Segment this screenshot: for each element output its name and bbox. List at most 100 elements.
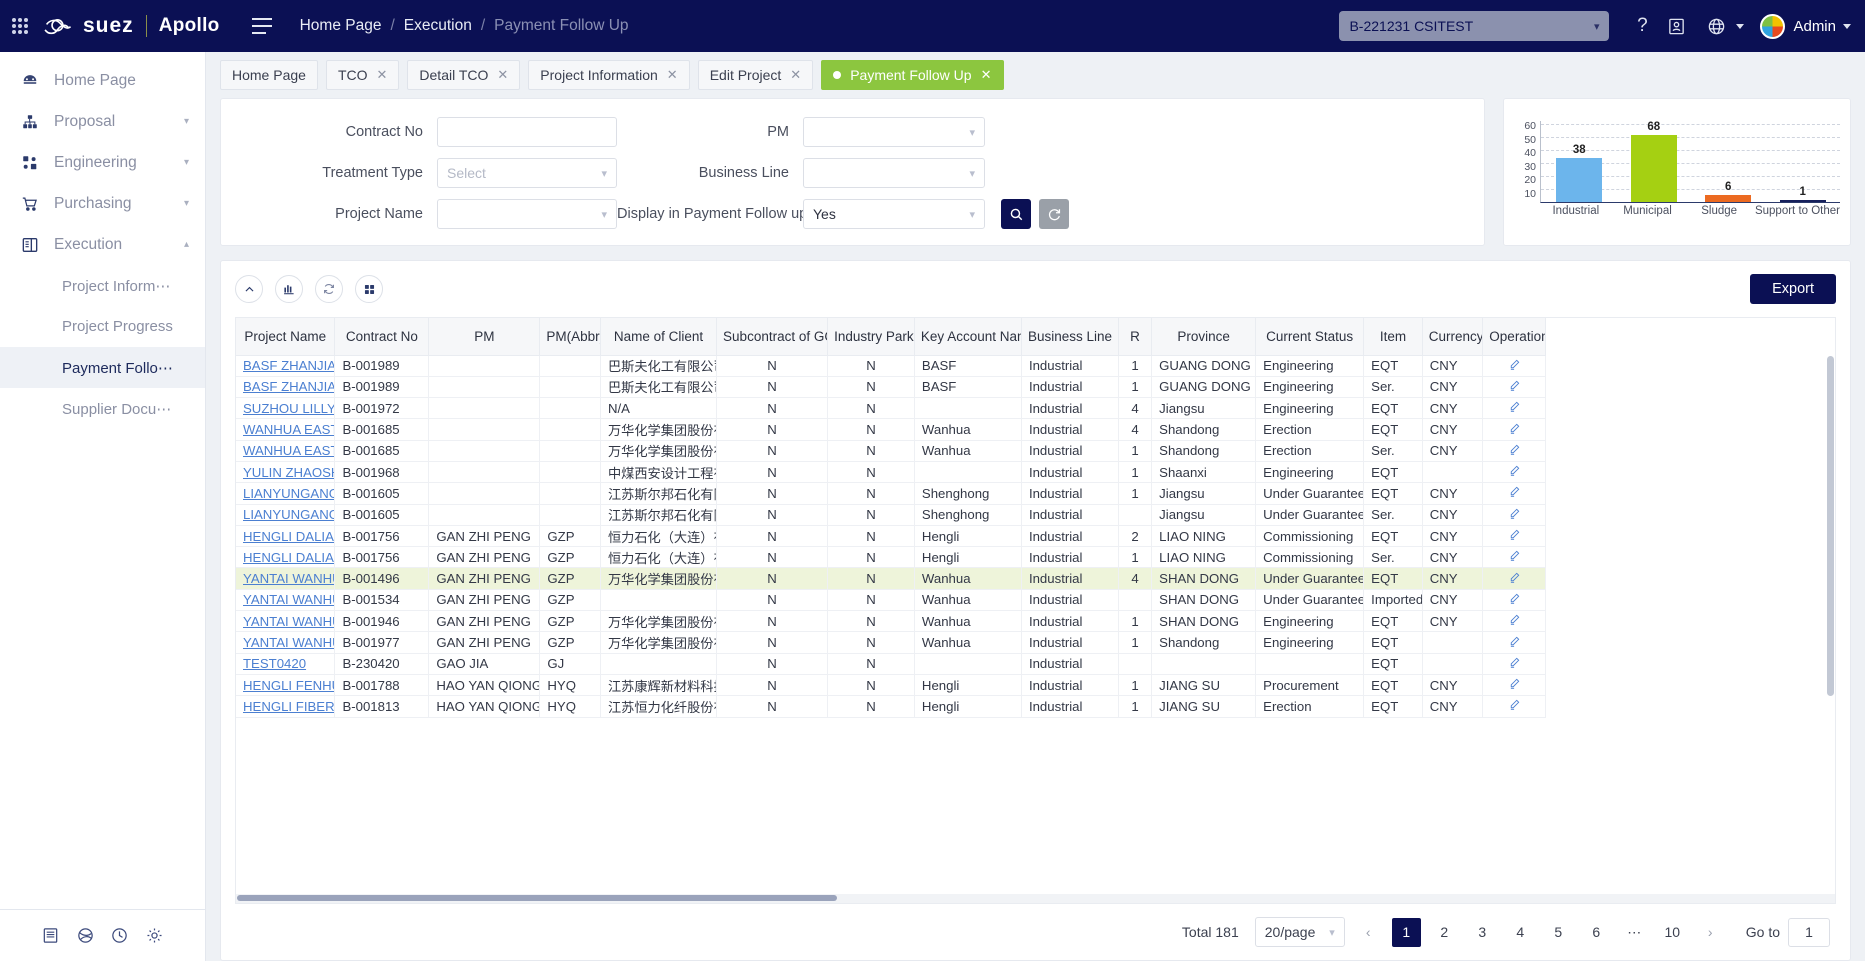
project-name-link[interactable]: BASF ZHANJIANG N xyxy=(243,379,334,394)
cell-project-name[interactable]: TEST0420 xyxy=(236,653,336,675)
edit-icon[interactable] xyxy=(1508,379,1521,392)
cell-project-name[interactable]: LIANYUNGANG SIE xyxy=(236,504,336,526)
close-icon[interactable]: ✕ xyxy=(667,67,678,83)
page-button-1[interactable]: 1 xyxy=(1391,917,1421,947)
breadcrumb-item-execution[interactable]: Execution xyxy=(404,17,472,35)
cell-project-name[interactable]: WANHUA EAST AND xyxy=(236,418,336,441)
edit-icon[interactable] xyxy=(1508,677,1521,690)
table-scroll-area[interactable]: Project Name Contract No PM PM(Abbr) Nam… xyxy=(236,318,1835,894)
edit-icon[interactable] xyxy=(1508,422,1521,435)
table-row[interactable]: BASF ZHANJIANG NB-001989巴斯夫化工有限公司NNBASFI… xyxy=(236,376,1546,399)
tab-detail-tco[interactable]: Detail TCO ✕ xyxy=(407,60,521,90)
table-row[interactable]: HENGLI DALIAN PTAB-001756GAN ZHI PENGGZP… xyxy=(236,546,1546,569)
cell-project-name[interactable]: BASF ZHANJIANG N xyxy=(236,355,336,377)
tab-tco[interactable]: TCO ✕ xyxy=(325,60,400,90)
prev-page-button[interactable]: ‹ xyxy=(1354,918,1383,947)
sidebar-item-proposal[interactable]: Proposal ▾ xyxy=(0,101,205,142)
sidebar-item-purchasing[interactable]: Purchasing ▾ xyxy=(0,183,205,224)
cell-project-name[interactable]: LIANYUNGANG SIE xyxy=(236,482,336,505)
tab-payment-follow-up[interactable]: Payment Follow Up ✕ xyxy=(821,60,1004,90)
project-name-link[interactable]: HENGLI FENHU BOP xyxy=(243,678,334,693)
column-settings-button[interactable] xyxy=(355,275,383,303)
cell-operation[interactable] xyxy=(1482,504,1546,526)
cell-operation[interactable] xyxy=(1482,695,1546,718)
edit-icon[interactable] xyxy=(1508,507,1521,520)
table-row[interactable]: HENGLI FENHU BOPB-001788HAO YAN QIONGHYQ… xyxy=(236,674,1546,697)
collapse-filter-button[interactable] xyxy=(235,275,263,303)
project-name-link[interactable]: YANTAI WANHUA II xyxy=(243,592,334,607)
cell-operation[interactable] xyxy=(1482,674,1546,697)
page-button-10[interactable]: 10 xyxy=(1658,918,1687,947)
treatment-type-select[interactable]: Select ▾ xyxy=(437,158,617,188)
sidebar-item-home-page[interactable]: Home Page xyxy=(0,60,205,101)
column-header-project-name[interactable]: Project Name xyxy=(236,318,336,356)
column-header-item[interactable]: Item xyxy=(1363,318,1423,356)
cell-operation[interactable] xyxy=(1482,482,1546,505)
table-horizontal-scrollbar[interactable] xyxy=(235,894,1836,904)
cell-operation[interactable] xyxy=(1482,461,1546,484)
user-menu-chevron-icon[interactable] xyxy=(1843,23,1851,29)
column-header-pm-abbr[interactable]: PM(Abbr) xyxy=(539,318,601,356)
sidebar-item-supplier-document[interactable]: Supplier Docu⋯ xyxy=(0,388,205,429)
cell-operation[interactable] xyxy=(1482,546,1546,569)
help-icon[interactable]: ? xyxy=(1625,9,1659,43)
cell-project-name[interactable]: HENGLI FENHU BOP xyxy=(236,674,336,697)
close-icon[interactable]: ✕ xyxy=(497,67,508,83)
refresh-button[interactable] xyxy=(315,275,343,303)
tab-project-information[interactable]: Project Information ✕ xyxy=(528,60,690,90)
edit-icon[interactable] xyxy=(1508,528,1521,541)
cell-operation[interactable] xyxy=(1482,525,1546,548)
project-name-link[interactable]: SUZHOU LILLY PHAR xyxy=(243,401,334,416)
cell-project-name[interactable]: YANTAI WANHUA II xyxy=(236,589,336,612)
table-row[interactable]: YANTAI WANHUA IIB-001534GAN ZHI PENGGZP N… xyxy=(236,589,1546,612)
language-selector[interactable] xyxy=(1699,9,1745,43)
page-button-4[interactable]: 4 xyxy=(1506,918,1535,947)
table-row[interactable]: YULIN ZHAOSHIPANB-001968中煤西安设计工程有NNIndus… xyxy=(236,461,1546,484)
cell-operation[interactable] xyxy=(1482,397,1546,420)
cell-project-name[interactable]: BASF ZHANJIANG N xyxy=(236,376,336,399)
project-name-link[interactable]: HENGLI DALIAN PTA xyxy=(243,529,334,544)
cell-project-name[interactable]: HENGLI DALIAN PTA xyxy=(236,546,336,569)
table-row[interactable]: WANHUA EAST ANDB-001685万华化学集团股份有NNWanhua… xyxy=(236,440,1546,462)
chart-toggle-button[interactable] xyxy=(275,275,303,303)
project-name-link[interactable]: YANTAI WANHUA PE xyxy=(243,614,334,629)
edit-icon[interactable] xyxy=(1508,613,1521,626)
export-button[interactable]: Export xyxy=(1750,274,1836,304)
column-header-industry-park[interactable]: Industry Park xyxy=(827,318,915,356)
next-page-button[interactable]: › xyxy=(1696,918,1725,947)
table-row[interactable]: TEST0420 B-230420 GAO JIA GJ N N Industrial EQT xyxy=(236,653,1546,675)
column-header-subcontract-of-gc[interactable]: Subcontract of GC xyxy=(716,318,829,356)
cell-operation[interactable] xyxy=(1482,418,1546,441)
table-row[interactable]: LIANYUNGANG SIEB-001605江苏斯尔邦石化有限NNShengh… xyxy=(236,504,1546,526)
cell-operation[interactable] xyxy=(1482,653,1546,675)
table-vertical-scrollbar[interactable] xyxy=(1827,356,1834,892)
reset-button[interactable] xyxy=(1039,199,1069,229)
table-row[interactable]: HENGLI DALIAN PTAB-001756GAN ZHI PENGGZP… xyxy=(236,525,1546,548)
contract-no-input[interactable] xyxy=(437,117,617,147)
column-header-r[interactable]: R xyxy=(1118,318,1153,356)
project-name-link[interactable]: YULIN ZHAOSHIPAN xyxy=(243,465,334,480)
column-header-current-status[interactable]: Current Status xyxy=(1255,318,1365,356)
cell-project-name[interactable]: YANTAI WANHUA II xyxy=(236,567,336,590)
edit-icon[interactable] xyxy=(1508,464,1521,477)
bar-support-to-other[interactable]: 1 xyxy=(1766,121,1841,202)
close-icon[interactable]: ✕ xyxy=(790,67,801,83)
bar-municipal[interactable]: 68 xyxy=(1617,121,1692,202)
cell-operation[interactable] xyxy=(1482,376,1546,399)
goto-input[interactable] xyxy=(1788,917,1830,947)
cell-project-name[interactable]: WANHUA EAST AND xyxy=(236,440,336,462)
page-ellipsis[interactable]: ⋯ xyxy=(1620,918,1649,947)
edit-icon[interactable] xyxy=(1508,571,1521,584)
edit-icon[interactable] xyxy=(1508,443,1521,456)
edit-icon[interactable] xyxy=(1508,656,1521,669)
page-button-5[interactable]: 5 xyxy=(1544,918,1573,947)
breadcrumb-item-home[interactable]: Home Page xyxy=(300,17,382,35)
business-line-select[interactable]: ▾ xyxy=(803,158,985,188)
clock-icon[interactable] xyxy=(110,926,129,945)
user-name[interactable]: Admin xyxy=(1793,18,1836,35)
cell-project-name[interactable]: YANTAI WANHUA PE xyxy=(236,631,336,654)
sidebar-item-execution[interactable]: Execution ▴ xyxy=(0,224,205,265)
search-button[interactable] xyxy=(1001,199,1031,229)
contact-card-icon[interactable] xyxy=(1659,9,1693,43)
table-row[interactable]: LIANYUNGANG SIEB-001605江苏斯尔邦石化有限NNShengh… xyxy=(236,482,1546,505)
